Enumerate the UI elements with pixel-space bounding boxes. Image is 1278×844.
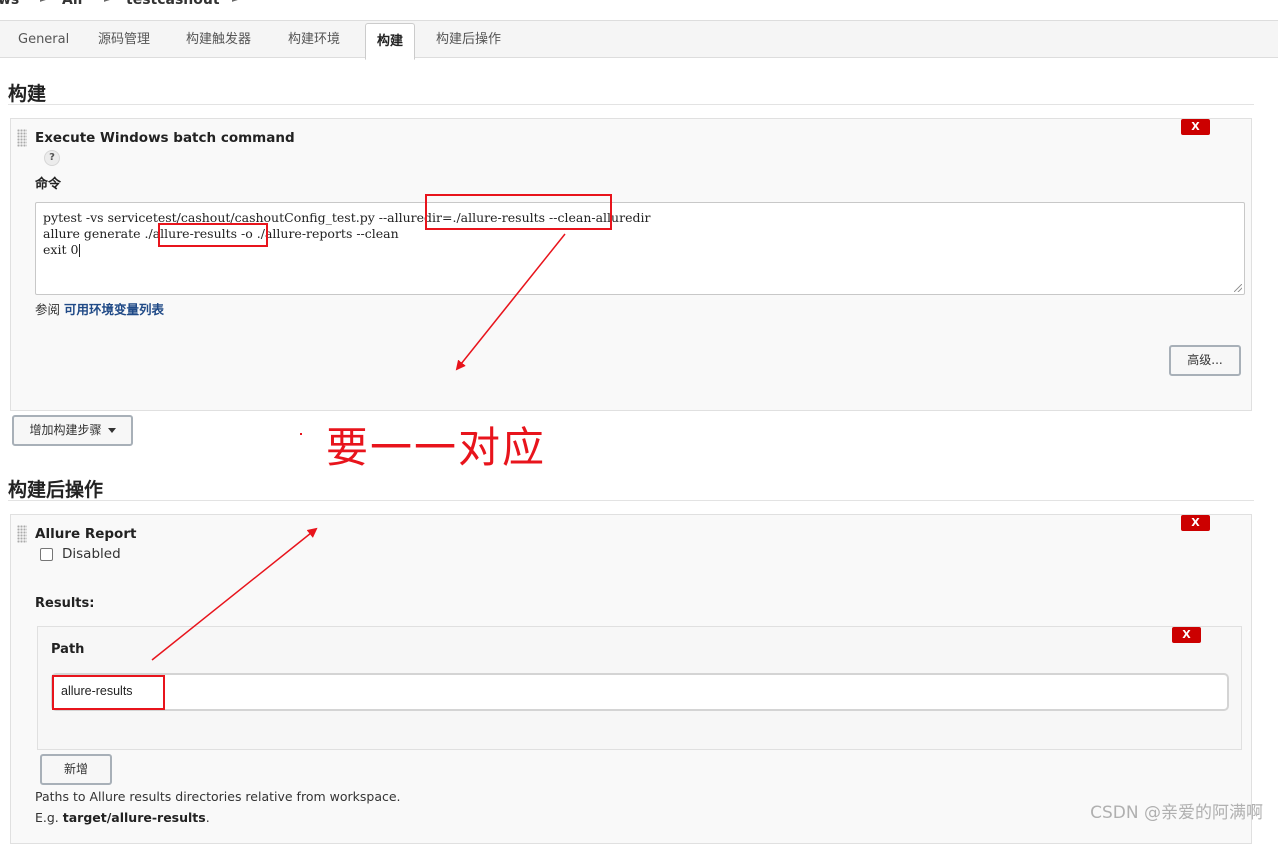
annotation-arrow-up (151, 527, 318, 661)
watermark: CSDN @亲爱的阿满啊 (1090, 803, 1263, 823)
annotation-arrows (151, 233, 566, 661)
annotation-arrow-down (455, 233, 566, 371)
